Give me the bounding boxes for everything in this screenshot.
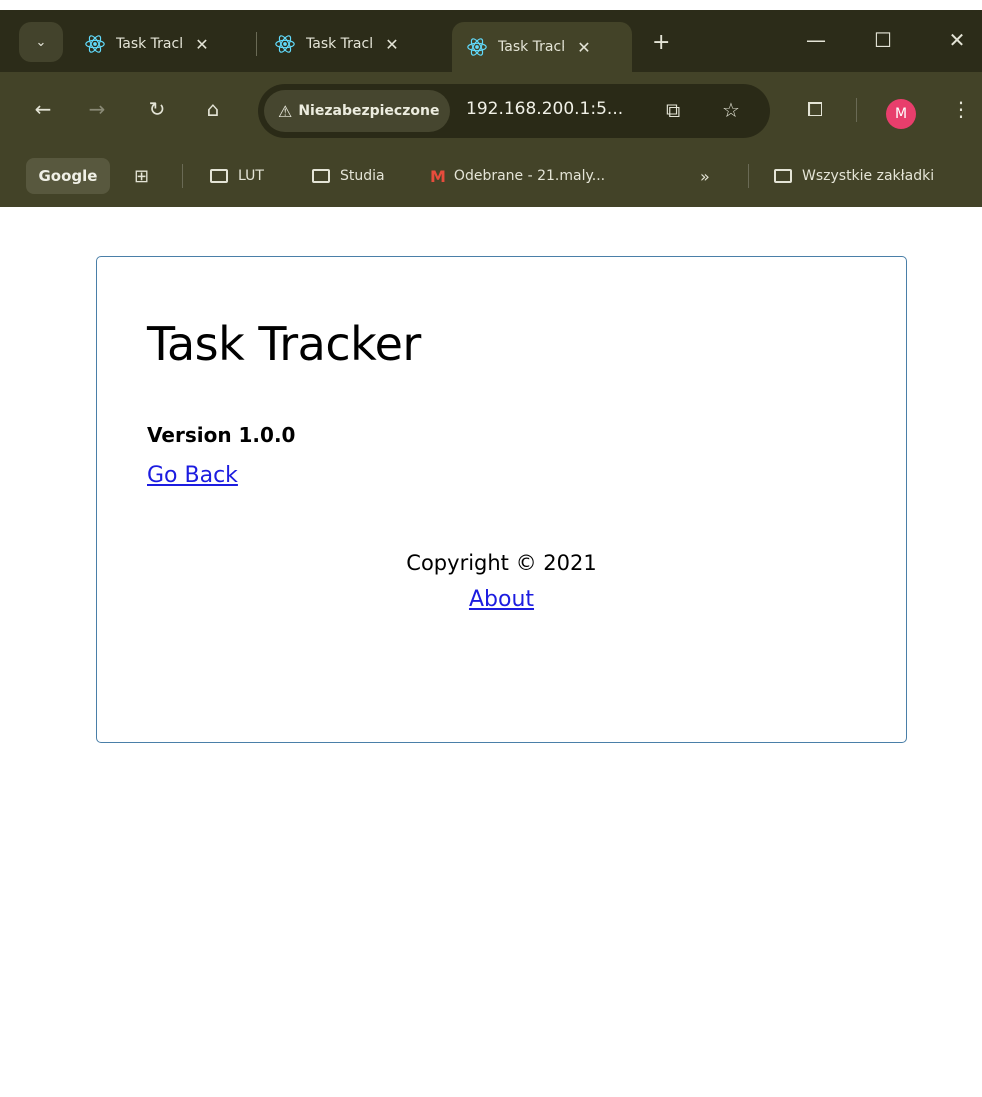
home-button[interactable]: ⌂	[198, 94, 228, 124]
react-icon	[467, 38, 487, 56]
browser-toolbar: ← → ↻ ⌂ ⚠ Niezabezpieczone 192.168.200.1…	[0, 72, 982, 146]
version-text: Version 1.0.0	[147, 423, 296, 447]
bookmark-label: Studia	[340, 168, 385, 184]
bookmark-folder-lut[interactable]: LUT	[210, 162, 264, 190]
reload-icon: ↻	[148, 97, 166, 121]
bookmark-divider	[182, 164, 183, 188]
url-text[interactable]: 192.168.200.1:5...	[466, 99, 623, 119]
copyright-text: Copyright © 2021	[406, 551, 597, 575]
tab-2[interactable]: Task Tracker ✕	[274, 22, 402, 66]
plus-icon: +	[652, 30, 671, 55]
apps-button[interactable]: ⊞	[134, 162, 149, 190]
translate-icon[interactable]: ⧉	[666, 98, 680, 122]
tab-1[interactable]: Task Tracker ✕	[84, 22, 212, 66]
new-tab-button[interactable]: +	[652, 30, 670, 55]
close-icon[interactable]: ✕	[192, 35, 212, 54]
security-chip[interactable]: ⚠ Niezabezpieczone	[264, 90, 450, 132]
bookmark-folder-studia[interactable]: Studia	[312, 162, 385, 190]
tab-search-button[interactable]: ⌄	[19, 22, 63, 62]
browser-chrome: ⌄ Task Tracker ✕ Task Tracker ✕	[0, 0, 982, 207]
close-icon: ✕	[948, 28, 966, 52]
star-icon[interactable]: ☆	[722, 98, 740, 122]
maximize-button[interactable]: ☐	[868, 28, 898, 52]
arrow-left-icon: ←	[34, 97, 52, 121]
puzzle-icon: ⧠	[807, 97, 823, 121]
extensions-button[interactable]: ⧠	[800, 94, 830, 124]
close-icon[interactable]: ✕	[574, 38, 594, 57]
go-back-link[interactable]: Go Back	[147, 463, 238, 488]
close-window-button[interactable]: ✕	[942, 28, 972, 52]
chevron-down-icon: ⌄	[35, 34, 47, 50]
minimize-button[interactable]: —	[801, 28, 831, 52]
home-icon: ⌂	[206, 97, 220, 121]
tab-title: Task Tracker	[116, 36, 182, 52]
bookmarks-bar: Google ⊞ LUT Studia M Odebrane - 21.maly…	[0, 146, 982, 207]
bookmark-label: LUT	[238, 168, 264, 184]
close-icon[interactable]: ✕	[382, 35, 402, 54]
bookmark-label: Odebrane - 21.maly...	[453, 168, 606, 184]
page-title: Task Tracker	[147, 317, 421, 371]
bookmark-gmail[interactable]: M Odebrane - 21.maly...	[430, 162, 605, 190]
forward-button[interactable]: →	[82, 94, 112, 124]
arrow-right-icon: →	[88, 97, 106, 121]
folder-icon	[774, 169, 792, 183]
reload-button[interactable]: ↻	[142, 94, 172, 124]
warning-icon: ⚠	[278, 101, 293, 121]
folder-icon	[312, 169, 330, 183]
bookmark-divider	[748, 164, 749, 188]
avatar[interactable]: M	[886, 99, 916, 129]
back-button[interactable]: ←	[28, 94, 58, 124]
gmail-icon: M	[430, 166, 446, 186]
react-icon	[275, 35, 295, 53]
bookmarks-overflow-button[interactable]: »	[700, 162, 710, 190]
toolbar-divider	[856, 98, 857, 122]
kebab-menu-icon: ⋮	[951, 97, 971, 121]
bookmark-google[interactable]: Google	[26, 158, 110, 194]
minimize-icon: —	[806, 28, 826, 52]
tab-title: Task Tracker	[306, 36, 372, 52]
folder-icon	[210, 169, 228, 183]
tab-3-active[interactable]: Task Tracker ✕	[452, 22, 632, 72]
security-label: Niezabezpieczone	[298, 103, 440, 119]
address-bar[interactable]: ⚠ Niezabezpieczone 192.168.200.1:5... ⧉ …	[258, 84, 770, 138]
menu-button[interactable]: ⋮	[946, 94, 976, 124]
window-top-edge	[0, 0, 982, 10]
react-icon	[85, 35, 105, 53]
tab-strip: ⌄ Task Tracker ✕ Task Tracker ✕	[0, 10, 982, 72]
footer: Copyright © 2021 About	[97, 551, 906, 612]
about-card: Task Tracker Version 1.0.0 Go Back Copyr…	[96, 256, 907, 743]
tab-title: Task Tracker	[498, 39, 564, 55]
maximize-icon: ☐	[874, 28, 892, 52]
tab-separator	[256, 32, 257, 56]
grid-icon: ⊞	[134, 165, 150, 187]
about-link[interactable]: About	[469, 587, 534, 612]
bookmark-all-bookmarks[interactable]: Wszystkie zakładki	[774, 162, 934, 190]
bookmark-label: Wszystkie zakładki	[802, 168, 935, 184]
